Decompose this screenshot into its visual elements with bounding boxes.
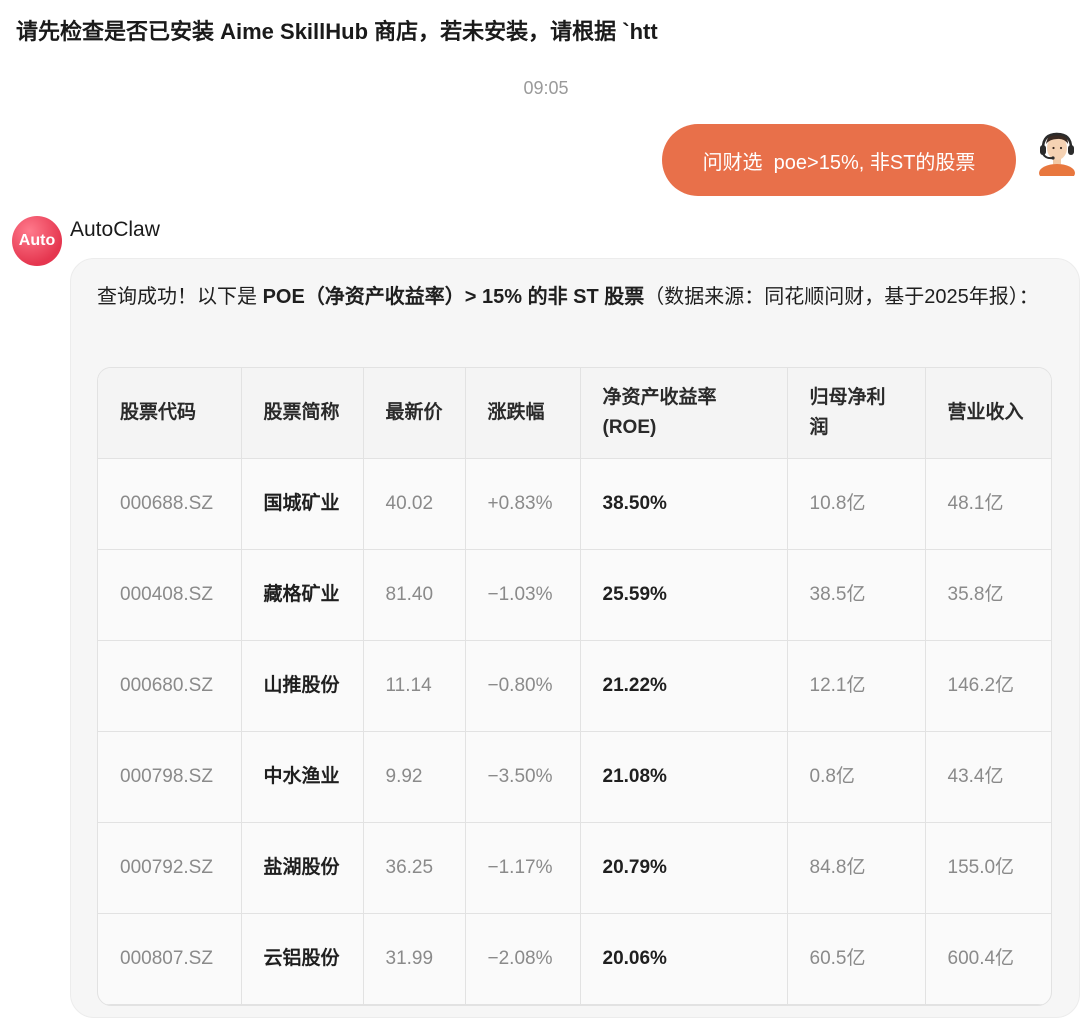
cell-change: +0.83% xyxy=(465,458,581,550)
stock-table: 股票代码 股票简称 最新价 涨跌幅 净资产收益率(ROE) 归母净利润 营业收入… xyxy=(97,367,1052,1006)
cell-net-profit: 60.5亿 xyxy=(787,913,926,1005)
intro-part-2: （数据来源：同花顺问财，基于2025年报）： xyxy=(644,286,1039,308)
cell-name: 云铝股份 xyxy=(241,913,364,1005)
cell-roe: 21.08% xyxy=(580,731,788,823)
cell-net-profit: 12.1亿 xyxy=(787,640,926,732)
cell-revenue: 48.1亿 xyxy=(925,458,1051,550)
cell-revenue: 43.4亿 xyxy=(925,731,1051,823)
cell-code: 000807.SZ xyxy=(98,913,242,1005)
header-net-profit[interactable]: 归母净利润 xyxy=(787,368,926,459)
cell-price: 81.40 xyxy=(363,549,466,641)
cell-code: 000680.SZ xyxy=(98,640,242,732)
table-row: 000807.SZ 云铝股份 31.99 −2.08% 20.06% 60.5亿… xyxy=(98,913,1051,1005)
table-row: 000792.SZ 盐湖股份 36.25 −1.17% 20.79% 84.8亿… xyxy=(98,822,1051,914)
bot-name: AutoClaw xyxy=(70,218,160,241)
header-roe[interactable]: 净资产收益率(ROE) xyxy=(580,368,788,459)
cell-net-profit: 38.5亿 xyxy=(787,549,926,641)
cell-code: 000792.SZ xyxy=(98,822,242,914)
cell-net-profit: 0.8亿 xyxy=(787,731,926,823)
header-revenue[interactable]: 营业收入 xyxy=(925,368,1051,459)
cell-revenue: 600.4亿 xyxy=(925,913,1051,1005)
user-avatar[interactable] xyxy=(1034,126,1080,182)
cell-price: 11.14 xyxy=(363,640,466,732)
cell-code: 000408.SZ xyxy=(98,549,242,641)
intro-part-1: 查询成功！以下是 xyxy=(97,286,263,308)
cell-revenue: 146.2亿 xyxy=(925,640,1051,732)
cell-change: −2.08% xyxy=(465,913,581,1005)
cell-name: 盐湖股份 xyxy=(241,822,364,914)
header-stock-code[interactable]: 股票代码 xyxy=(98,368,242,459)
cell-roe: 21.22% xyxy=(580,640,788,732)
cell-code: 000798.SZ xyxy=(98,731,242,823)
header-stock-name[interactable]: 股票简称 xyxy=(241,368,364,459)
cell-price: 31.99 xyxy=(363,913,466,1005)
table-row: 000408.SZ 藏格矿业 81.40 −1.03% 25.59% 38.5亿… xyxy=(98,549,1051,641)
chat-title: 请先检查是否已安装 Aime SkillHub 商店，若未安装，请根据 `htt xyxy=(16,19,658,44)
table-row: 000798.SZ 中水渔业 9.92 −3.50% 21.08% 0.8亿 4… xyxy=(98,731,1051,823)
user-avatar-icon xyxy=(1039,132,1075,182)
intro-bold: POE（净资产收益率）> 15% 的非 ST 股票 xyxy=(262,286,645,308)
cell-change: −3.50% xyxy=(465,731,581,823)
cell-revenue: 155.0亿 xyxy=(925,822,1051,914)
header-latest-price[interactable]: 最新价 xyxy=(363,368,466,459)
cell-name: 国城矿业 xyxy=(241,458,364,550)
cell-change: −1.17% xyxy=(465,822,581,914)
cell-name: 中水渔业 xyxy=(241,731,364,823)
cell-name: 藏格矿业 xyxy=(241,549,364,641)
bot-message-card: 查询成功！以下是 POE（净资产收益率）> 15% 的非 ST 股票（数据来源：… xyxy=(70,258,1080,1018)
cell-name: 山推股份 xyxy=(241,640,364,732)
table-row: 000680.SZ 山推股份 11.14 −0.80% 21.22% 12.1亿… xyxy=(98,640,1051,732)
cell-roe: 38.50% xyxy=(580,458,788,550)
cell-revenue: 35.8亿 xyxy=(925,549,1051,641)
table-row: 000688.SZ 国城矿业 40.02 +0.83% 38.50% 10.8亿… xyxy=(98,458,1051,550)
message-timestamp: 09:05 xyxy=(523,78,569,98)
header-change[interactable]: 涨跌幅 xyxy=(465,368,581,459)
cell-change: −0.80% xyxy=(465,640,581,732)
cell-change: −1.03% xyxy=(465,549,581,641)
table-header-row: 股票代码 股票简称 最新价 涨跌幅 净资产收益率(ROE) 归母净利润 营业收入 xyxy=(98,368,1051,459)
cell-price: 40.02 xyxy=(363,458,466,550)
bot-avatar[interactable]: Auto xyxy=(12,216,62,266)
cell-code: 000688.SZ xyxy=(98,458,242,550)
bot-intro-text: 查询成功！以下是 POE（净资产收益率）> 15% 的非 ST 股票（数据来源：… xyxy=(97,281,1057,313)
cell-net-profit: 84.8亿 xyxy=(787,822,926,914)
cell-net-profit: 10.8亿 xyxy=(787,458,926,550)
cell-price: 36.25 xyxy=(363,822,466,914)
cell-roe: 20.79% xyxy=(580,822,788,914)
cell-roe: 20.06% xyxy=(580,913,788,1005)
cell-roe: 25.59% xyxy=(580,549,788,641)
user-message-bubble: 问财选 poe>15%, 非ST的股票 xyxy=(662,124,1016,196)
cell-price: 9.92 xyxy=(363,731,466,823)
